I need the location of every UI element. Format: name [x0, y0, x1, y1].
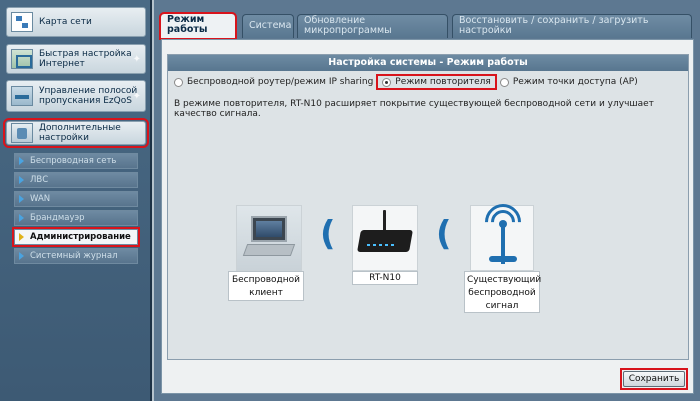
main-area: Режим работы Система Обновление микропро…	[154, 0, 700, 401]
laptop-icon	[237, 206, 301, 270]
router-icon	[353, 206, 417, 270]
save-button-wrapper: Сохранить	[620, 368, 688, 390]
save-button[interactable]: Сохранить	[623, 371, 685, 387]
sidebar-sub-administration[interactable]: Администрирование	[12, 227, 140, 247]
mode-option-repeater[interactable]: Режим повторителя	[376, 74, 497, 90]
sidebar-sub-label: Брандмауэр	[30, 213, 85, 223]
qos-icon	[11, 86, 33, 106]
sidebar-item-label: Карта сети	[39, 17, 92, 27]
arrow-right-icon	[19, 195, 24, 203]
client-label: Беспроводной клиент	[228, 271, 304, 301]
quick-setup-icon	[11, 49, 33, 69]
tab-system[interactable]: Система	[242, 14, 294, 38]
arrow-right-icon	[19, 157, 24, 165]
mode-description: В режиме повторителя, RT-N10 расширяет п…	[174, 99, 654, 119]
mode-option-router[interactable]: Беспроводной роутер/режим IP sharing	[174, 77, 373, 87]
sidebar-sub-firewall[interactable]: Брандмауэр	[14, 210, 138, 226]
sidebar-sub-label: Системный журнал	[30, 251, 118, 261]
sidebar-sub-wan[interactable]: WAN	[14, 191, 138, 207]
router-label: RT-N10	[352, 271, 418, 285]
sidebar-sub-wireless[interactable]: Беспроводная сеть	[14, 153, 138, 169]
mode-label: Режим точки доступа (AP)	[512, 77, 638, 87]
signal-wave-icon: (	[320, 214, 336, 254]
advanced-settings-icon	[11, 123, 33, 143]
sidebar-sub-syslog[interactable]: Системный журнал	[14, 248, 138, 264]
radio-button[interactable]	[499, 77, 509, 87]
arrow-right-icon	[19, 233, 24, 241]
sidebar-sub-lan[interactable]: ЛВС	[14, 172, 138, 188]
signal-wave-icon: (	[436, 214, 452, 254]
star-icon: ✦	[132, 90, 141, 102]
panel-title: Настройка системы - Режим работы	[168, 55, 688, 71]
mode-label: Беспроводной роутер/режим IP sharing	[187, 77, 374, 87]
star-icon: ✦	[132, 53, 141, 65]
mode-label: Режим повторителя	[395, 77, 491, 87]
radio-button[interactable]	[174, 77, 183, 87]
sidebar-item-network-map[interactable]: Карта сети	[6, 7, 146, 37]
arrow-right-icon	[19, 176, 24, 184]
arrow-right-icon	[19, 252, 24, 260]
sidebar-sub-label: Беспроводная сеть	[30, 156, 117, 166]
sidebar-item-label: Управление полосой пропускания EzQoS	[39, 86, 138, 106]
network-map-icon	[11, 12, 33, 32]
signal-device	[470, 196, 535, 271]
sidebar: Карта сети Быстрая настройка Интернет ✦ …	[0, 0, 152, 401]
sidebar-item-ezqos[interactable]: Управление полосой пропускания EzQoS ✦	[6, 80, 146, 112]
sidebar-sub-label: ЛВС	[30, 175, 49, 185]
settings-panel: Настройка системы - Режим работы Беспров…	[161, 39, 694, 394]
radio-button[interactable]	[382, 77, 392, 87]
tab-restore-save-upload[interactable]: Восстановить / сохранить / загрузить нас…	[452, 14, 692, 38]
sidebar-item-advanced[interactable]: Дополнительные настройки	[3, 118, 149, 148]
settings-content: Настройка системы - Режим работы Беспров…	[167, 54, 689, 360]
sidebar-item-label: Дополнительные настройки	[39, 123, 121, 143]
router-device	[352, 205, 418, 271]
mode-selector: Беспроводной роутер/режим IP sharing Реж…	[174, 74, 644, 90]
sidebar-sub-label: Администрирование	[30, 232, 131, 242]
sidebar-item-label: Быстрая настройка Интернет	[39, 49, 132, 69]
arrow-right-icon	[19, 214, 24, 222]
client-device	[236, 205, 302, 271]
mode-option-access-point[interactable]: Режим точки доступа (AP)	[499, 77, 638, 87]
tab-operation-mode[interactable]: Режим работы	[159, 12, 237, 40]
sidebar-sub-label: WAN	[30, 194, 51, 204]
signal-label: Существующий беспроводной сигнал	[464, 271, 541, 313]
sidebar-item-quick-setup[interactable]: Быстрая настройка Интернет ✦	[6, 44, 146, 74]
signal-tower-icon	[471, 196, 535, 270]
tab-firmware-upgrade[interactable]: Обновление микропрограммы	[297, 14, 448, 38]
